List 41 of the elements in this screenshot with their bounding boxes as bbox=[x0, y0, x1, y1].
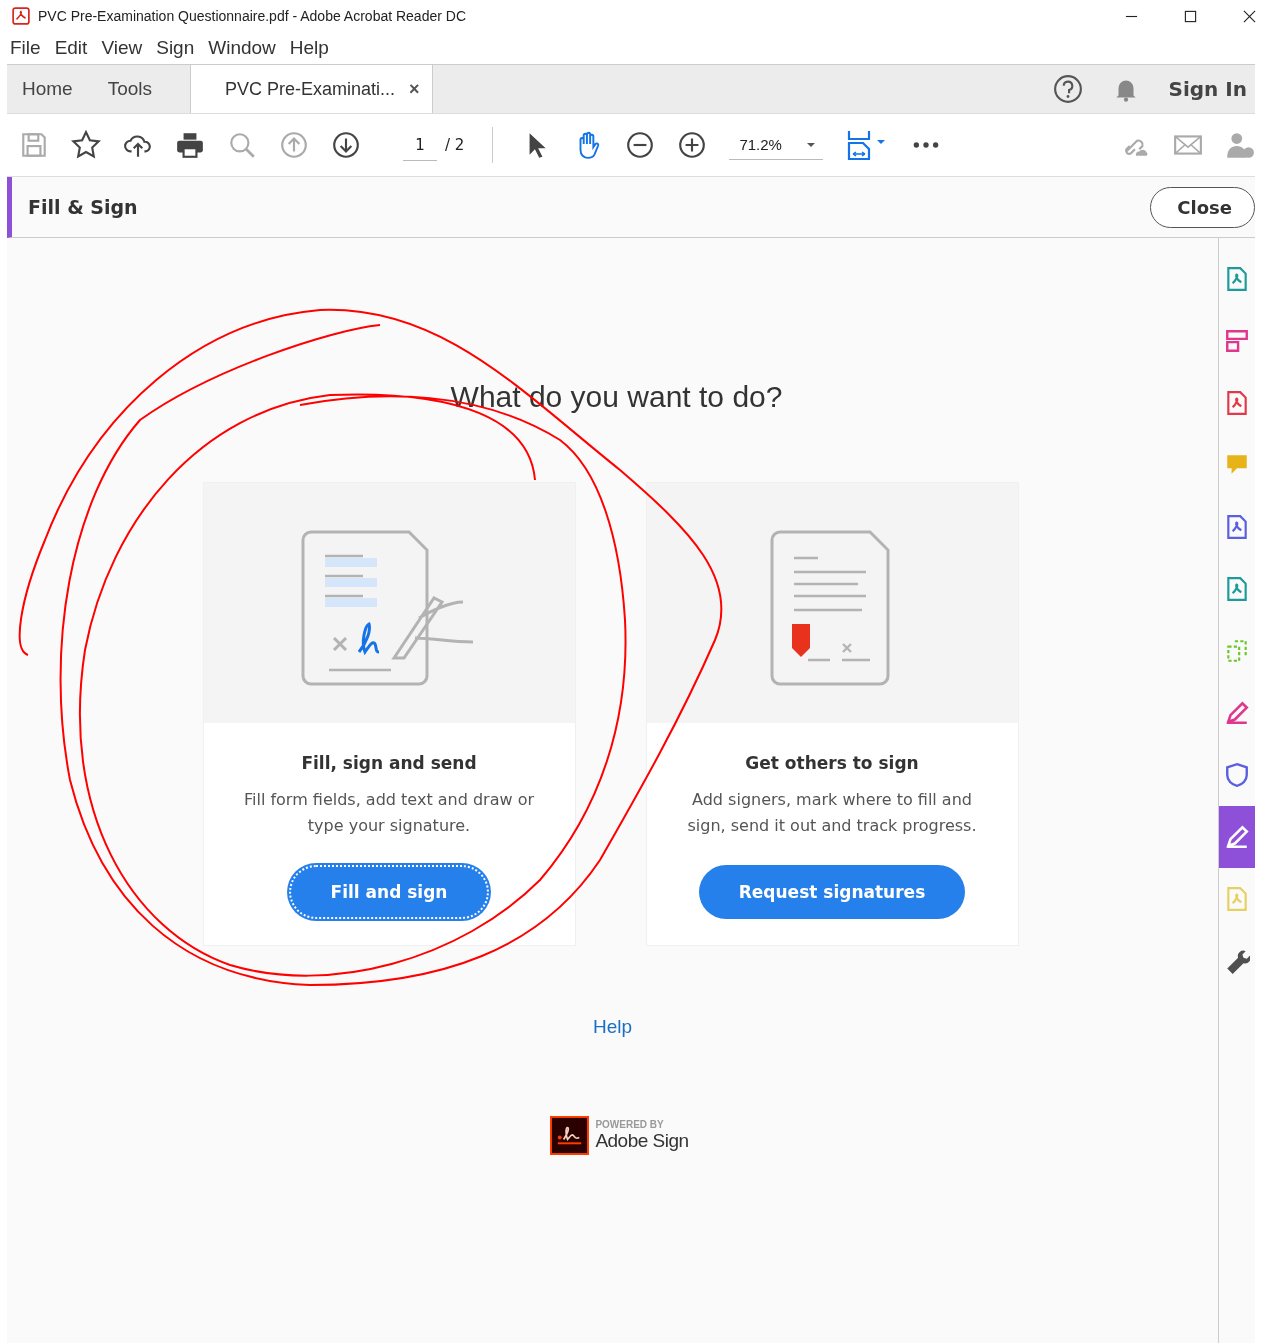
heading: What do you want to do? bbox=[450, 380, 783, 414]
menu-item[interactable]: Sign bbox=[153, 37, 202, 59]
zoom-dropdown[interactable]: 71.2% bbox=[729, 136, 824, 160]
maximize-icon[interactable] bbox=[1184, 9, 1197, 23]
star-icon[interactable] bbox=[71, 130, 101, 160]
pdf-icon bbox=[12, 7, 30, 25]
zoom-in-icon[interactable] bbox=[677, 130, 708, 160]
document-tab[interactable]: PVC Pre-Examinati... × bbox=[190, 65, 433, 113]
tab-close-button[interactable]: × bbox=[409, 78, 420, 100]
brand-name: Adobe Sign bbox=[595, 1130, 689, 1152]
card-title: Get others to sign bbox=[745, 753, 919, 773]
menu-item[interactable]: Window bbox=[205, 37, 283, 59]
save-icon[interactable] bbox=[19, 130, 49, 160]
help-icon[interactable] bbox=[1052, 74, 1083, 104]
adobe-sign-logo-icon bbox=[550, 1116, 590, 1155]
card-description: Add signers, mark where to fill and sign, send it out and track progress. bbox=[686, 789, 978, 837]
menu-item[interactable]: File bbox=[7, 37, 48, 59]
request-signatures-button[interactable]: Request signatures bbox=[698, 865, 966, 919]
arrow-down-icon[interactable] bbox=[331, 130, 361, 160]
window-title: PVC Pre-Examination Questionnaire.pdf - Adobe Acrobat Reader DC bbox=[38, 8, 466, 24]
close-icon[interactable] bbox=[1243, 9, 1256, 23]
print-icon[interactable] bbox=[175, 130, 205, 160]
panel-title: Fill & Sign bbox=[28, 196, 138, 218]
help-link[interactable]: Help bbox=[592, 1016, 633, 1038]
menu-item[interactable]: Help bbox=[286, 37, 336, 59]
close-button[interactable]: Close bbox=[1150, 186, 1255, 228]
card-description: Fill form fields, add text and draw or type your signature. bbox=[243, 789, 535, 837]
tool-button[interactable] bbox=[1219, 806, 1255, 868]
add-user-icon[interactable] bbox=[1225, 130, 1255, 160]
fill-and-sign-button[interactable]: Fill and sign bbox=[288, 865, 490, 919]
sign-in-button[interactable]: Sign In bbox=[1168, 77, 1247, 101]
page-total: / 2 bbox=[445, 136, 465, 154]
powered-by-label: POWERED BY bbox=[595, 1119, 665, 1130]
zoom-out-icon[interactable] bbox=[625, 130, 656, 160]
menu-item[interactable]: View bbox=[98, 37, 150, 59]
menu-item[interactable]: Edit bbox=[51, 37, 95, 59]
arrow-up-icon[interactable] bbox=[279, 130, 309, 160]
page-number-field[interactable]: 1 bbox=[403, 135, 437, 161]
caret-icon bbox=[805, 141, 816, 148]
zoom-search-icon[interactable] bbox=[227, 130, 257, 160]
card-title: Fill, sign and send bbox=[301, 753, 477, 773]
